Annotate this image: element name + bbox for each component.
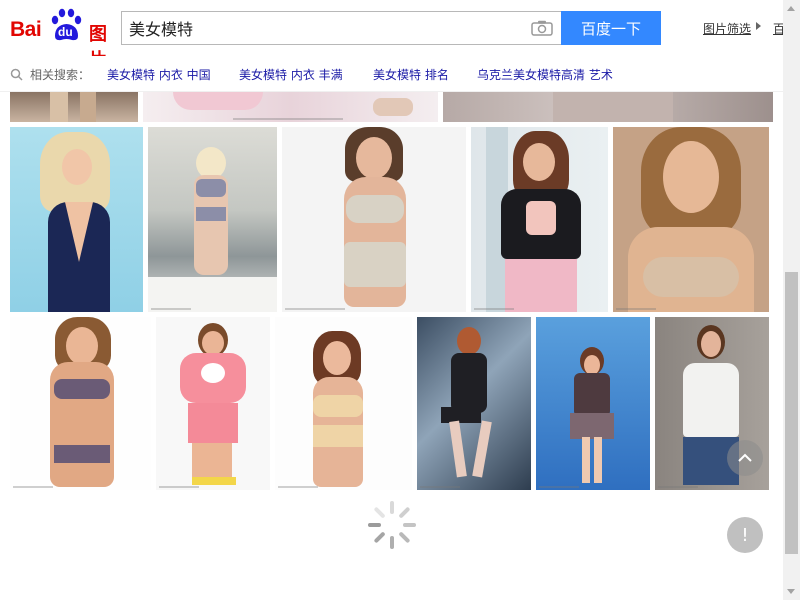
logo-bai-text: Bai xyxy=(10,18,42,41)
search-box xyxy=(121,11,561,45)
related-search-item[interactable]: 乌克兰美女模特高清 艺术 xyxy=(477,66,613,83)
related-search-item[interactable]: 美女模特 排名 xyxy=(373,66,449,83)
image-result[interactable] xyxy=(10,317,151,490)
search-button[interactable]: 百度一下 xyxy=(561,11,661,45)
scroll-down-arrow-icon[interactable] xyxy=(787,589,795,594)
vertical-scrollbar[interactable] xyxy=(783,0,800,600)
arrow-right-icon xyxy=(756,22,761,30)
image-result[interactable] xyxy=(613,127,769,312)
image-result[interactable] xyxy=(148,127,277,312)
image-result[interactable] xyxy=(443,92,773,122)
scrollbar-thumb[interactable] xyxy=(785,272,798,554)
baidu-image-logo[interactable]: Bai du 图片 xyxy=(10,8,110,71)
scroll-up-arrow-icon[interactable] xyxy=(787,6,795,11)
image-result[interactable] xyxy=(143,92,438,122)
feedback-button[interactable]: ! xyxy=(727,517,763,553)
chevron-up-icon xyxy=(738,453,752,462)
image-result[interactable] xyxy=(417,317,531,490)
camera-icon[interactable] xyxy=(531,20,553,36)
related-search-item[interactable]: 美女模特 内衣 中国 xyxy=(107,66,211,83)
image-result[interactable] xyxy=(10,127,143,312)
header: Bai du 图片 百度一下 图片筛选 百度 xyxy=(0,0,783,71)
related-searches: 相关搜索： 美女模特 内衣 中国 美女模特 内衣 丰满 美女模特 排名 乌克兰美… xyxy=(0,56,783,92)
image-result[interactable] xyxy=(536,317,650,490)
back-to-top-button[interactable] xyxy=(727,440,763,476)
search-icon xyxy=(10,68,23,81)
related-label: 相关搜索： xyxy=(30,68,91,82)
related-search-item[interactable]: 美女模特 内衣 丰满 xyxy=(239,66,343,83)
image-result[interactable] xyxy=(275,317,412,490)
image-filter-link[interactable]: 图片筛选 xyxy=(703,20,751,37)
image-result[interactable] xyxy=(10,92,138,122)
loading-spinner-icon xyxy=(368,501,416,549)
baidu-home-link[interactable]: 百度 xyxy=(773,20,783,37)
image-result[interactable] xyxy=(282,127,466,312)
search-input[interactable] xyxy=(122,12,522,44)
image-result[interactable] xyxy=(471,127,608,312)
image-result[interactable] xyxy=(156,317,270,490)
feedback-icon: ! xyxy=(741,524,749,546)
logo-du-text: du xyxy=(58,25,73,39)
